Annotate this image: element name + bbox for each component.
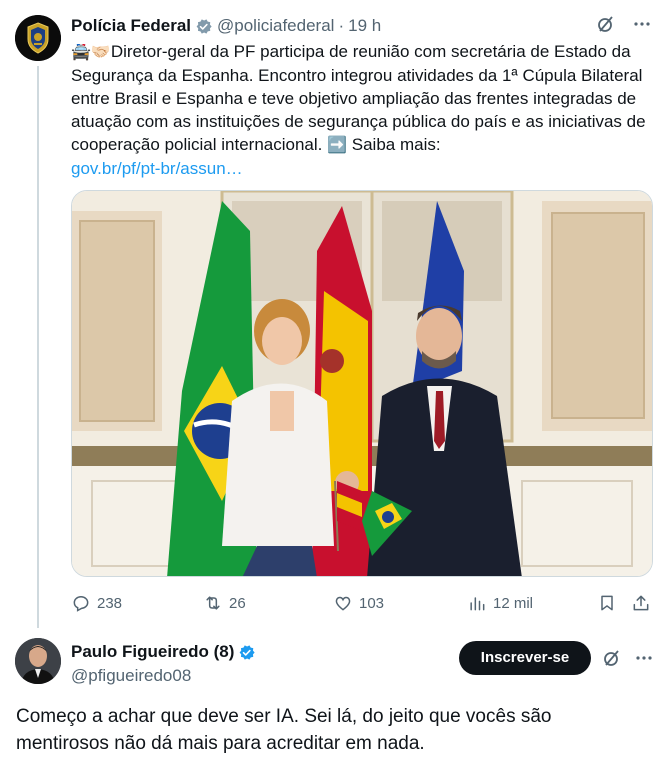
views-icon — [470, 597, 485, 611]
police-handshake-emoji: 🚔🤝🏻 — [71, 44, 111, 61]
policia-federal-avatar[interactable] — [15, 15, 61, 61]
photo-scene — [72, 191, 652, 576]
grok-icon[interactable] — [596, 14, 616, 34]
more-icon[interactable] — [632, 14, 652, 34]
repost-count: 26 — [229, 594, 246, 612]
tweet-header: Polícia Federal @policiafederal · 19 h — [71, 14, 656, 38]
arrow-emoji: ➡️ — [327, 137, 348, 154]
tweet-text: 🚔🤝🏻Diretor-geral da PF participa de reun… — [71, 40, 656, 180]
tweet-actions: 238 26 103 12 mil — [71, 592, 653, 614]
like-count: 103 — [359, 594, 385, 612]
header-actions — [596, 14, 652, 34]
display-name[interactable]: Polícia Federal — [71, 14, 191, 38]
handle[interactable]: @pfigueiredo08 — [71, 664, 191, 688]
bookmark-button[interactable] — [597, 592, 617, 614]
repost-icon — [206, 596, 220, 610]
subscribe-button[interactable]: Inscrever-se — [459, 641, 591, 675]
bookmark-icon — [601, 595, 613, 611]
share-icon — [633, 595, 649, 611]
verified-icon — [196, 18, 212, 34]
display-name[interactable]: Paulo Figueiredo (8) — [71, 640, 234, 664]
like-icon — [335, 596, 351, 611]
share-button[interactable] — [631, 592, 651, 614]
tweet-policia-federal: Polícia Federal @policiafederal · 19 h 🚔… — [71, 14, 656, 180]
views-count: 12 mil — [493, 594, 534, 612]
reply-icon — [73, 595, 89, 612]
reply-count: 238 — [97, 594, 123, 612]
like-button[interactable]: 103 — [333, 592, 384, 614]
handle[interactable]: @policiafederal — [217, 14, 334, 38]
views-button[interactable]: 12 mil — [467, 592, 533, 614]
badge-logo-icon — [15, 15, 61, 61]
thread-connector — [37, 66, 39, 628]
tweet-photo[interactable] — [71, 190, 653, 577]
repost-button[interactable]: 26 — [203, 592, 246, 614]
person-photo-icon — [15, 638, 61, 684]
paulo-figueiredo-avatar[interactable] — [15, 638, 61, 684]
separator-dot: · — [338, 16, 345, 35]
grok-icon[interactable] — [602, 648, 622, 668]
reply-text: Começo a achar que deve ser IA. Sei lá, … — [16, 706, 552, 754]
saiba-mais: Saiba mais: — [347, 135, 441, 154]
timestamp[interactable]: 19 h — [348, 14, 381, 38]
reply-button[interactable]: 238 — [71, 592, 122, 614]
tweet-link[interactable]: gov.br/pf/pt-br/assun… — [71, 159, 243, 178]
more-icon[interactable] — [634, 648, 654, 668]
verified-icon — [239, 644, 256, 660]
